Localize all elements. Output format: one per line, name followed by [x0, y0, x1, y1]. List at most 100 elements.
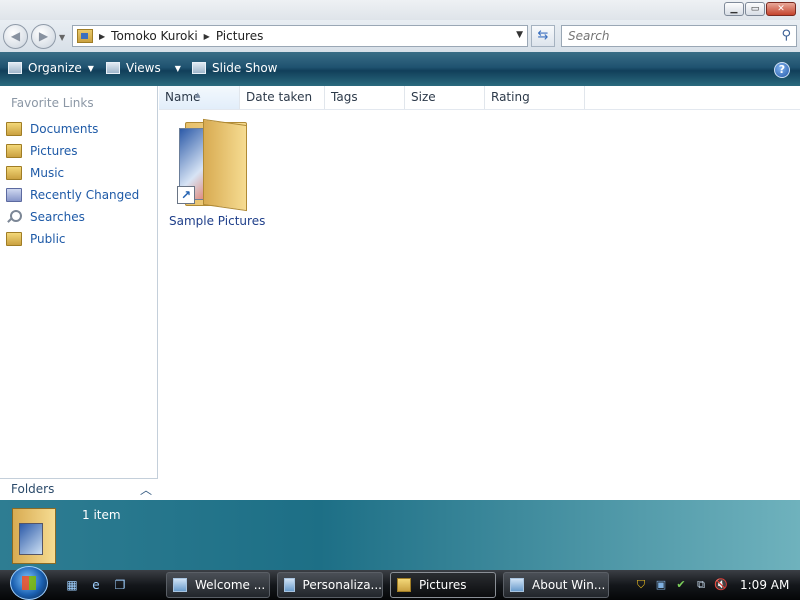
slide-show-label: Slide Show [212, 61, 278, 75]
folder-item-label: Sample Pictures [169, 214, 266, 228]
sidebar-icon[interactable]: ▣ [654, 578, 668, 592]
column-header-date-taken[interactable]: Date taken [240, 86, 325, 109]
welcome-center-icon [173, 578, 187, 592]
column-header-name[interactable]: ▲ Name [159, 86, 240, 109]
taskbar-item-welcome[interactable]: Welcome ... [166, 572, 270, 598]
favorite-link-pictures[interactable]: Pictures [6, 140, 139, 162]
column-header-label: Size [411, 90, 436, 104]
address-row: ◀ ▶ ▼ ▶ Tomoko Kuroki ▶ Pictures ▼ ⇆ ⚲ [0, 20, 800, 52]
clock[interactable]: 1:09 AM [740, 578, 789, 592]
network-icon[interactable]: ⧉ [694, 578, 708, 592]
pictures-folder-icon [397, 578, 411, 592]
column-header-tags[interactable]: Tags [325, 86, 405, 109]
column-header-label: Date taken [246, 90, 313, 104]
shortcut-arrow-icon: ↗ [177, 186, 195, 204]
details-pane: 1 item [0, 500, 800, 570]
refresh-icon: ⇆ [537, 28, 549, 43]
taskbar: ▦ e ❐ Welcome ... Personaliza... Picture… [0, 566, 800, 600]
breadcrumb-tomoko-kuroki[interactable]: ▶ Tomoko Kuroki [99, 29, 198, 43]
breadcrumb-label: Pictures [215, 29, 264, 43]
public-folder-icon [6, 232, 22, 246]
favorite-link-public[interactable]: Public [6, 228, 139, 250]
command-bar: Organize ▼ Views ▼ Slide Show ? [0, 52, 800, 86]
navigation-pane: Favorite Links Documents Pictures Music … [0, 86, 158, 500]
forward-arrow-icon: ▶ [38, 29, 49, 43]
slideshow-icon [192, 62, 206, 74]
taskbar-item-label: About Win... [532, 578, 606, 592]
search-input[interactable] [562, 26, 762, 46]
breadcrumb-chevron-icon: ▶ [99, 31, 106, 41]
address-dropdown-icon[interactable]: ▼ [516, 30, 523, 40]
refresh-button[interactable]: ⇆ [531, 25, 555, 47]
taskbar-item-label: Pictures [419, 578, 467, 592]
column-header-size[interactable]: Size [405, 86, 485, 109]
volume-muted-icon[interactable]: 🔇 [714, 578, 728, 592]
favorite-link-label: Documents [30, 122, 99, 136]
personalization-icon [284, 578, 295, 592]
pictures-folder-icon [12, 508, 56, 564]
search-icon[interactable]: ⚲ [781, 28, 791, 43]
folders-toggle[interactable]: Folders ︿ [0, 478, 158, 500]
breadcrumb-pictures[interactable]: ▶ Pictures [204, 29, 264, 43]
notification-area: ⛉ ▣ ✔ ⧉ 🔇 1:09 AM [628, 570, 800, 600]
views-label: Views [126, 61, 161, 75]
file-list-pane: ▲ Name Date taken Tags Size Rating ↗ Sam… [159, 86, 800, 500]
show-desktop-icon[interactable]: ▦ [64, 577, 80, 593]
taskbar-item-pictures[interactable]: Pictures [390, 572, 496, 598]
breadcrumb-chevron-icon: ▶ [203, 31, 210, 41]
address-bar[interactable]: ▶ Tomoko Kuroki ▶ Pictures ▼ [72, 25, 528, 47]
documents-folder-icon [6, 122, 22, 136]
switch-windows-icon[interactable]: ❐ [112, 577, 128, 593]
favorite-link-label: Pictures [30, 144, 78, 158]
chevron-down-icon: ▼ [174, 63, 181, 73]
favorite-link-label: Searches [30, 210, 85, 224]
title-bar: ▁ ▭ ✕ [0, 0, 800, 20]
favorite-link-music[interactable]: Music [6, 162, 139, 184]
pictures-folder-icon [77, 29, 93, 43]
close-button[interactable]: ✕ [766, 2, 796, 16]
breadcrumb-label: Tomoko Kuroki [111, 29, 198, 43]
back-button[interactable]: ◀ [3, 24, 28, 49]
favorite-link-label: Music [30, 166, 65, 180]
column-header-label: Tags [331, 90, 358, 104]
minimize-button[interactable]: ▁ [724, 2, 744, 16]
column-header-rating[interactable]: Rating [485, 86, 585, 109]
music-folder-icon [6, 166, 22, 180]
favorite-links-list: Documents Pictures Music Recently Change… [6, 118, 139, 250]
checkmark-icon[interactable]: ✔ [674, 578, 688, 592]
start-button[interactable] [10, 566, 48, 600]
organize-label: Organize [28, 61, 82, 75]
favorite-link-label: Recently Changed [30, 188, 140, 202]
favorite-link-searches[interactable]: Searches [6, 206, 139, 228]
column-headers: ▲ Name Date taken Tags Size Rating [159, 86, 800, 110]
organize-button[interactable]: Organize ▼ [8, 61, 94, 75]
recently-changed-icon [6, 188, 22, 202]
internet-explorer-icon[interactable]: e [88, 577, 104, 593]
searches-icon [6, 210, 22, 224]
folder-item-sample-pictures[interactable]: ↗ Sample Pictures [169, 118, 265, 228]
item-count: 1 item [82, 508, 121, 522]
explorer-window: ▁ ▭ ✕ ◀ ▶ ▼ ▶ Tomoko Kuroki ▶ Pictures ▼… [0, 0, 800, 570]
forward-button[interactable]: ▶ [31, 24, 56, 49]
favorite-link-label: Public [30, 232, 66, 246]
search-box[interactable]: ⚲ [561, 25, 797, 47]
taskbar-item-about-windows[interactable]: About Win... [503, 572, 609, 598]
maximize-button[interactable]: ▭ [745, 2, 765, 16]
taskbar-item-label: Personaliza... [302, 578, 382, 592]
folders-label: Folders [11, 482, 55, 496]
column-header-label: Rating [491, 90, 530, 104]
favorite-link-documents[interactable]: Documents [6, 118, 139, 140]
favorite-link-recently-changed[interactable]: Recently Changed [6, 184, 139, 206]
taskbar-item-personalization[interactable]: Personaliza... [277, 572, 383, 598]
help-button[interactable]: ? [774, 62, 790, 78]
chevron-down-icon: ▼ [87, 63, 94, 73]
organize-icon [8, 62, 22, 74]
slide-show-button[interactable]: Slide Show [192, 61, 277, 75]
views-button[interactable]: Views ▼ [106, 61, 181, 75]
window-controls: ▁ ▭ ✕ [723, 2, 796, 16]
folder-icon: ↗ [177, 118, 257, 212]
recent-pages-dropdown[interactable]: ▼ [59, 33, 65, 42]
security-shield-icon[interactable]: ⛉ [634, 578, 648, 592]
chevron-up-icon: ︿ [140, 483, 153, 497]
sort-ascending-icon: ▲ [195, 91, 201, 99]
